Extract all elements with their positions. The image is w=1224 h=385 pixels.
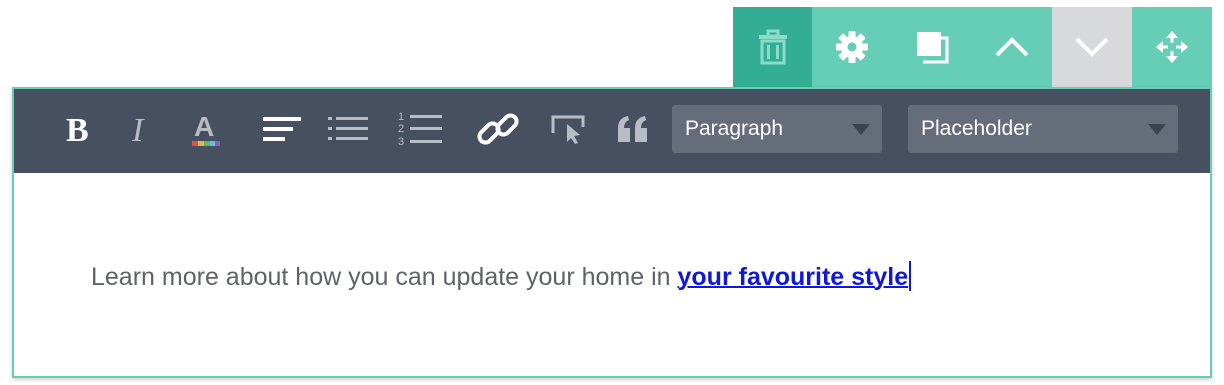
caret-down-icon — [852, 124, 870, 135]
formatting-toolbar: B I A 1 2 3 Paragraph Placeholder — [14, 89, 1210, 173]
italic-icon: I — [129, 112, 153, 151]
svg-text:2: 2 — [398, 123, 404, 135]
text-color-icon: A — [189, 110, 223, 153]
chevron-up-icon — [994, 36, 1030, 58]
gear-icon — [835, 30, 869, 64]
bold-icon: B — [64, 112, 92, 151]
editor-content[interactable]: Learn more about how you can update your… — [14, 173, 1210, 376]
cursor-select-icon — [550, 113, 586, 150]
link-button[interactable] — [472, 107, 524, 155]
trash-icon — [756, 29, 790, 65]
inline-link[interactable]: your favourite style — [678, 263, 909, 291]
numbered-list-button[interactable]: 123 — [394, 107, 446, 155]
drag-button[interactable] — [1132, 7, 1212, 87]
settings-button[interactable] — [812, 7, 892, 87]
bullet-list-icon — [326, 113, 370, 150]
clone-button[interactable] — [892, 7, 972, 87]
svg-text:A: A — [194, 111, 214, 142]
caret-down-icon — [1148, 124, 1166, 135]
select-element-button[interactable] — [548, 107, 588, 155]
clone-icon — [914, 29, 950, 65]
chevron-down-icon — [1074, 36, 1110, 58]
svg-text:3: 3 — [398, 136, 404, 148]
placeholder-select[interactable]: Placeholder — [908, 105, 1178, 153]
delete-button[interactable] — [733, 7, 812, 87]
text-color-button[interactable]: A — [188, 107, 224, 155]
text-cursor — [909, 261, 912, 291]
svg-text:B: B — [66, 112, 89, 146]
paragraph-text: Learn more about how you can update your… — [91, 263, 678, 291]
block-action-bar — [733, 7, 1212, 87]
paragraph[interactable]: Learn more about how you can update your… — [91, 261, 912, 292]
align-button[interactable] — [260, 107, 304, 155]
rich-text-editor: B I A 1 2 3 Paragraph Placeholder Learn … — [12, 87, 1212, 378]
format-select-value: Paragraph — [685, 117, 784, 140]
quote-icon — [616, 114, 650, 149]
move-up-button[interactable] — [972, 7, 1052, 87]
move-down-button[interactable] — [1052, 7, 1132, 87]
align-left-icon — [261, 113, 303, 150]
numbered-list-icon: 123 — [396, 110, 444, 153]
link-icon — [474, 107, 522, 156]
italic-button[interactable]: I — [126, 107, 156, 155]
format-select[interactable]: Paragraph — [672, 105, 882, 153]
bullet-list-button[interactable] — [324, 107, 372, 155]
move-arrows-icon — [1154, 29, 1190, 65]
bold-button[interactable]: B — [60, 107, 96, 155]
placeholder-select-value: Placeholder — [921, 117, 1032, 140]
blockquote-button[interactable] — [614, 107, 652, 155]
svg-text:I: I — [131, 112, 145, 146]
svg-text:1: 1 — [398, 111, 404, 123]
